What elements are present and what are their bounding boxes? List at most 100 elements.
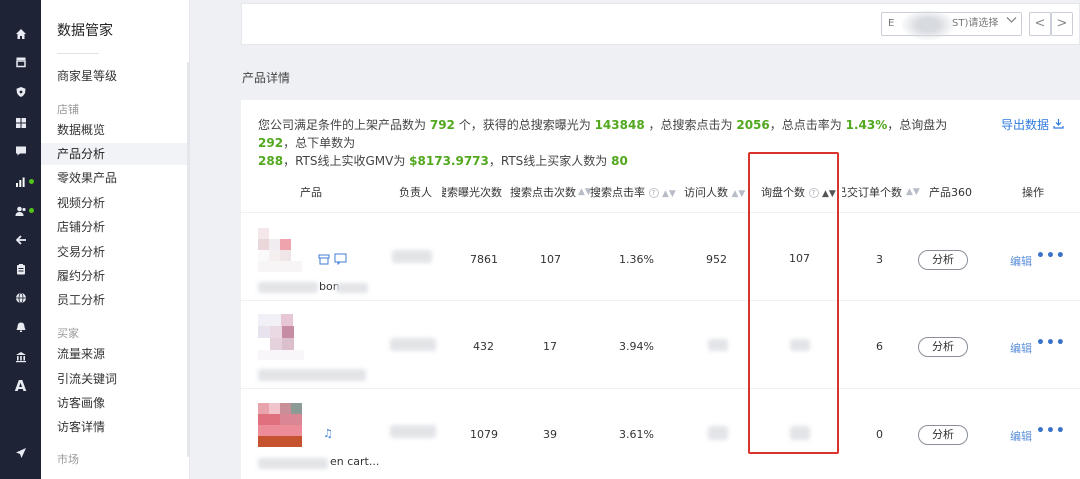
orders-value: 3	[876, 253, 883, 266]
summary-text-5: ，总询盘为	[887, 118, 948, 132]
summary-text-1: 您公司满足条件的上架产品数为	[258, 118, 427, 132]
summary-exposure: 143848	[594, 118, 645, 132]
section-title: 产品详情	[242, 71, 291, 85]
menu-item-fulfillment[interactable]: 履约分析	[41, 265, 188, 287]
header-p360: 产品360	[929, 186, 972, 199]
export-label: 导出数据	[1001, 118, 1050, 132]
shop-icon[interactable]	[0, 52, 41, 72]
ctr-value: 3.61%	[619, 428, 654, 441]
redacted-visitors	[708, 339, 728, 351]
header-ctr: 搜索点击率	[590, 186, 645, 199]
header-product: 产品	[300, 186, 322, 199]
redacted-owner	[390, 338, 436, 351]
chart-icon[interactable]	[0, 172, 41, 192]
header-visitors-cell[interactable]: 访问人数 ▲▼	[684, 184, 745, 200]
side-menu: 数据管家 商家星等级 店铺 数据概览 产品分析 零效果产品 视频分析 店铺分析 …	[41, 0, 190, 479]
redacted-owner	[392, 250, 432, 263]
shield-icon[interactable]	[0, 82, 41, 102]
exposure-value: 1079	[470, 428, 498, 441]
menu-item-video[interactable]: 视频分析	[41, 192, 188, 214]
summary-buyers: 80	[611, 154, 628, 168]
bell-icon[interactable]	[0, 317, 41, 337]
exposure-value: 7861	[470, 253, 498, 266]
orders-value: 6	[876, 340, 883, 353]
summary-products: 792	[429, 118, 455, 132]
product-name-suffix[interactable]: en cart...	[330, 455, 379, 468]
sort-icon: ▲▼	[731, 189, 746, 199]
menu-item-trade[interactable]: 交易分析	[41, 241, 188, 263]
redacted-product-name-tail	[336, 283, 368, 293]
chevron-down-icon[interactable]	[1006, 14, 1017, 27]
edit-link[interactable]: 编辑	[1010, 253, 1032, 269]
users-icon[interactable]	[0, 201, 41, 221]
menu-item-visitor-details[interactable]: 访客详情	[41, 416, 188, 438]
menu-item-keywords[interactable]: 引流关键词	[41, 368, 188, 390]
send-icon[interactable]	[0, 443, 41, 463]
header-ctr-cell[interactable]: 搜索点击率 ? ▲▼	[590, 184, 676, 200]
back-arrow-icon[interactable]	[0, 230, 41, 250]
next-button[interactable]: >	[1051, 12, 1073, 36]
summary-text-4: ，总点击率为	[769, 118, 842, 132]
select-text: ST)请选择	[952, 18, 999, 29]
menu-item-zero-effect[interactable]: 零效果产品	[41, 167, 188, 189]
header-orders-sort[interactable]: ▲▼	[906, 184, 920, 197]
menu-title: 数据管家	[57, 23, 113, 39]
redacted-owner	[390, 425, 436, 438]
product-thumbnail[interactable]	[258, 314, 304, 360]
export-data-link[interactable]: 导出数据	[1001, 116, 1064, 133]
download-icon	[1053, 118, 1064, 132]
menu-group-store: 店铺	[57, 103, 79, 116]
product-thumbnail[interactable]	[258, 228, 302, 272]
header-orders[interactable]: 已交订单个数	[842, 184, 902, 200]
menu-item-visitor-profile[interactable]: 访客画像	[41, 392, 188, 414]
edit-link[interactable]: 编辑	[1010, 340, 1032, 356]
redacted-product-name	[258, 458, 328, 469]
menu-item-overview[interactable]: 数据概览	[41, 119, 188, 141]
header-actions: 操作	[1022, 186, 1044, 199]
bank-icon[interactable]	[0, 347, 41, 367]
home-icon[interactable]	[0, 24, 41, 44]
edit-link[interactable]: 编辑	[1010, 428, 1032, 444]
menu-item-store-analysis[interactable]: 店铺分析	[41, 216, 188, 238]
analyze-button[interactable]: 分析	[918, 425, 968, 445]
menu-item-product-analysis[interactable]: 产品分析	[41, 143, 188, 165]
menu-item-traffic-source[interactable]: 流量来源	[41, 343, 188, 365]
header-exposure[interactable]: 搜索曝光次数	[442, 184, 502, 200]
header-owner: 负责人	[399, 186, 432, 199]
menu-scrollbar[interactable]	[187, 62, 190, 457]
more-actions-icon[interactable]: •••	[1036, 335, 1066, 351]
product-thumbnail[interactable]	[258, 403, 302, 447]
summary-text-2: 个，获得的总搜索曝光为	[458, 118, 591, 132]
header-clicks[interactable]: 搜索点击次数	[510, 184, 580, 200]
help-icon[interactable]: ?	[648, 188, 659, 198]
header-visitors: 访问人数	[684, 186, 728, 199]
menu-item-staff[interactable]: 员工分析	[41, 289, 188, 311]
redacted-select-value	[902, 10, 954, 40]
chart-status-dot	[29, 179, 34, 184]
users-status-dot	[29, 208, 34, 213]
sort-icon: ▲▼	[662, 189, 676, 199]
clipboard-icon[interactable]	[0, 259, 41, 279]
orders-value: 0	[876, 428, 883, 441]
menu-group-market: 市场	[57, 453, 79, 466]
ctr-value: 1.36%	[619, 253, 654, 266]
analyze-button[interactable]: 分析	[918, 250, 968, 270]
font-a-icon[interactable]: A	[0, 376, 41, 396]
inquiries-highlight-box	[748, 152, 839, 454]
summary-text: 您公司满足条件的上架产品数为 792 个，获得的总搜索曝光为 143848 ，总…	[258, 116, 988, 170]
globe-icon[interactable]	[0, 288, 41, 308]
note-icon[interactable]: ♫	[323, 427, 333, 440]
message-icon[interactable]	[0, 141, 41, 161]
apps-icon[interactable]	[0, 113, 41, 133]
select-prefix: E	[888, 18, 895, 29]
menu-item-seller-star[interactable]: 商家星等级	[41, 65, 188, 87]
more-actions-icon[interactable]: •••	[1036, 423, 1066, 439]
prev-button[interactable]: <	[1029, 12, 1051, 36]
store-icon[interactable]	[318, 253, 330, 268]
clicks-value: 39	[543, 428, 557, 441]
redacted-product-name	[258, 369, 366, 381]
analyze-button[interactable]: 分析	[918, 337, 968, 357]
chat-icon[interactable]	[334, 253, 347, 268]
icon-rail: A	[0, 0, 41, 479]
more-actions-icon[interactable]: •••	[1036, 248, 1066, 264]
